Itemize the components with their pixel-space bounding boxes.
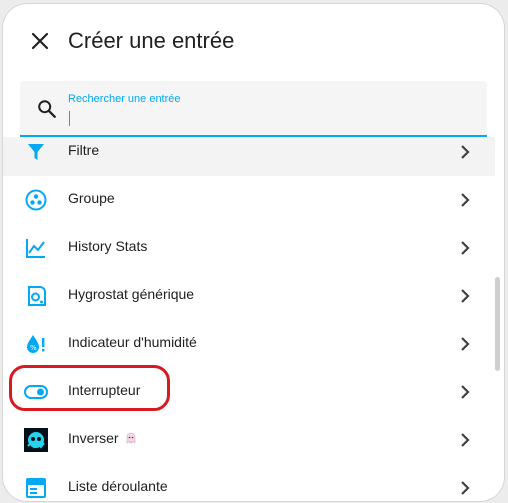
item-label: Liste déroulante: [68, 478, 168, 494]
search-label: Rechercher une entrée: [68, 93, 181, 105]
text-caret: [69, 111, 70, 126]
chevron-right-icon: [461, 433, 470, 447]
svg-text:%: %: [30, 344, 37, 352]
chevron-right-icon: [461, 337, 470, 351]
item-label: History Stats: [68, 238, 148, 254]
chevron-right-icon: [461, 193, 470, 207]
chart-line-icon: [24, 236, 48, 260]
list-item-interrupteur[interactable]: Interrupteur: [3, 368, 495, 416]
close-icon: [31, 32, 49, 50]
list-item-indicateur-humidite[interactable]: % Indicateur d'humidité: [3, 320, 495, 368]
item-label: Hygrostat générique: [68, 286, 195, 302]
chevron-right-icon: [461, 145, 470, 159]
dropdown-list-icon: [24, 476, 48, 500]
filter-icon: [24, 140, 48, 164]
list-item-inverser[interactable]: Inverser: [3, 416, 495, 464]
search-input[interactable]: [68, 107, 468, 129]
integration-list: Filtre Groupe History Stats Hygrostat gé…: [3, 137, 495, 501]
dialog-header: Créer une entrée: [3, 4, 504, 80]
group-icon: [24, 188, 48, 212]
humidity-alert-icon: %: [24, 332, 48, 356]
list-item-hygrostat[interactable]: Hygrostat générique: [3, 272, 495, 320]
list-item-filtre[interactable]: Filtre: [3, 137, 495, 176]
hygrostat-icon: [24, 284, 48, 308]
list-scrollbar[interactable]: [495, 277, 500, 371]
chevron-right-icon: [461, 385, 470, 399]
create-entry-dialog: Créer une entrée Rechercher une entrée F…: [3, 4, 504, 501]
item-label-text: Inverser: [68, 430, 119, 446]
item-label: Groupe: [68, 190, 115, 206]
item-label: Interrupteur: [68, 382, 141, 398]
dialog-title: Créer une entrée: [68, 28, 235, 53]
chevron-right-icon: [461, 289, 470, 303]
item-label: Indicateur d'humidité: [68, 334, 197, 350]
chevron-right-icon: [461, 241, 470, 255]
ghost-emoji-icon: [126, 432, 135, 444]
search-field[interactable]: Rechercher une entrée: [20, 81, 487, 137]
item-label: Filtre: [68, 142, 100, 158]
item-label: Inverser: [68, 430, 137, 446]
list-item-groupe[interactable]: Groupe: [3, 176, 495, 224]
list-item-history-stats[interactable]: History Stats: [3, 224, 495, 272]
toggle-switch-icon: [24, 380, 48, 404]
chevron-right-icon: [461, 481, 470, 495]
list-item-liste-deroulante[interactable]: Liste déroulante: [3, 464, 495, 501]
invert-logo-icon: [24, 428, 48, 452]
search-icon: [38, 100, 56, 118]
close-button[interactable]: [27, 28, 53, 54]
